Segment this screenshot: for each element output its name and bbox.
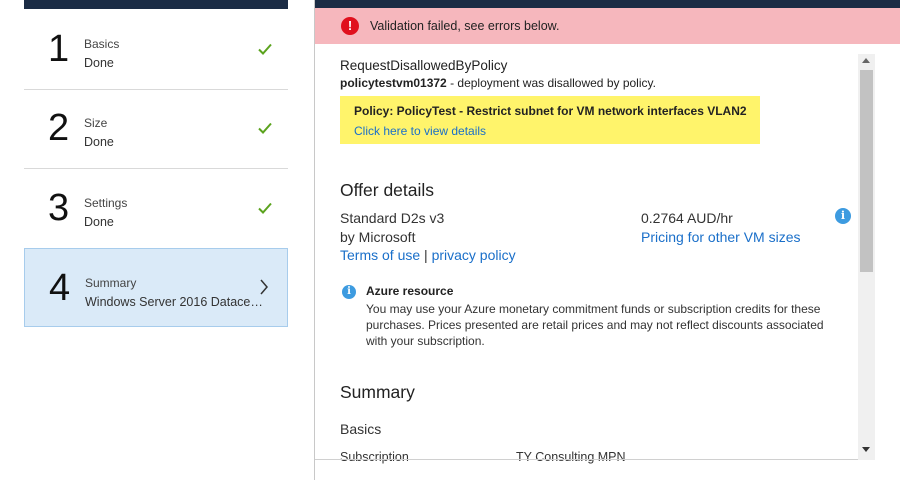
step-number: 1: [48, 28, 70, 70]
publisher: by Microsoft: [340, 229, 416, 245]
error-message: - deployment was disallowed by policy.: [446, 76, 656, 90]
wizard-panel: 1 Basics Done 2 Size Done 3 Settings Don…: [0, 0, 314, 480]
pane-bottom-border: [315, 459, 875, 460]
wizard-top-bar: [24, 0, 288, 9]
step-status: Done: [84, 56, 114, 70]
error-detail: policytestvm01372 - deployment was disal…: [340, 76, 656, 90]
policy-name: Policy: PolicyTest - Restrict subnet for…: [354, 104, 747, 118]
step-number: 2: [48, 107, 70, 149]
step-title: Basics: [84, 37, 120, 51]
terms-of-use-link[interactable]: Terms of use: [340, 247, 420, 263]
validation-error-banner: ! Validation failed, see errors below.: [315, 8, 900, 44]
step-status: Done: [84, 215, 114, 229]
wizard-step-size[interactable]: 2 Size Done: [24, 89, 288, 169]
link-separator: |: [424, 247, 428, 263]
wizard-step-basics[interactable]: 1 Basics Done: [24, 10, 288, 90]
azure-resource-title: Azure resource: [366, 284, 454, 298]
subscription-value: TY Consulting MPN: [516, 450, 626, 464]
summary-pane: RequestDisallowedByPolicy policytestvm01…: [315, 44, 875, 480]
azure-resource-body: You may use your Azure monetary commitme…: [366, 302, 824, 348]
chevron-right-icon: [260, 279, 268, 295]
validation-message: Validation failed, see errors below.: [370, 19, 560, 33]
vm-name: policytestvm01372: [340, 76, 447, 90]
offer-details-heading: Offer details: [340, 180, 435, 200]
info-icon: i: [342, 285, 356, 299]
checkmark-icon: [258, 43, 272, 55]
wizard-step-settings[interactable]: 3 Settings Done: [24, 169, 288, 249]
blade-top-bar: [315, 0, 900, 8]
scroll-down-arrow-icon[interactable]: [862, 447, 870, 452]
basics-section-heading: Basics: [340, 421, 382, 437]
step-number: 3: [48, 187, 70, 229]
policy-highlight-box: Policy: PolicyTest - Restrict subnet for…: [340, 96, 760, 144]
scroll-up-arrow-icon[interactable]: [862, 58, 870, 63]
error-icon: !: [341, 17, 359, 35]
error-code: RequestDisallowedByPolicy: [340, 58, 508, 73]
step-status: Done: [84, 135, 114, 149]
summary-heading: Summary: [340, 382, 415, 402]
step-status: Windows Server 2016 Datacen...: [85, 295, 263, 309]
step-title: Summary: [85, 276, 137, 290]
scroll-thumb[interactable]: [860, 70, 873, 272]
pricing-other-sizes-link[interactable]: Pricing for other VM sizes: [641, 229, 801, 245]
vertical-scrollbar[interactable]: [858, 54, 875, 460]
checkmark-icon: [258, 122, 272, 134]
subscription-label: Subscription: [340, 450, 409, 464]
step-number: 4: [49, 267, 71, 309]
step-title: Settings: [84, 196, 128, 210]
vm-size: Standard D2s v3: [340, 210, 445, 226]
info-icon[interactable]: i: [835, 208, 851, 224]
app-root: 1 Basics Done 2 Size Done 3 Settings Don…: [0, 0, 900, 480]
vm-price: 0.2764 AUD/hr: [641, 210, 733, 226]
wizard-step-summary[interactable]: 4 Summary Windows Server 2016 Datacen...: [24, 248, 288, 327]
view-policy-details-link[interactable]: Click here to view details: [354, 124, 486, 138]
legal-links: Terms of use | privacy policy: [340, 247, 516, 263]
checkmark-icon: [258, 202, 272, 214]
step-title: Size: [84, 116, 108, 130]
privacy-policy-link[interactable]: privacy policy: [432, 247, 516, 263]
